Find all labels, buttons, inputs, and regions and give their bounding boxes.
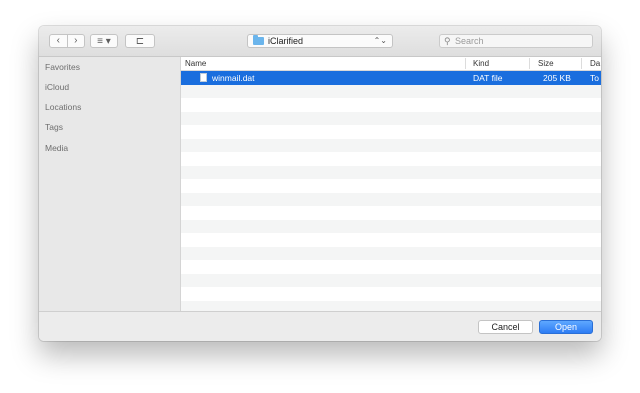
empty-row bbox=[181, 179, 601, 193]
empty-row bbox=[181, 152, 601, 166]
empty-row bbox=[181, 233, 601, 247]
search-icon: ⚲ bbox=[444, 36, 451, 46]
column-name[interactable]: Name bbox=[185, 59, 206, 68]
file-rows: winmail.dat DAT file 205 KB To bbox=[181, 71, 601, 311]
empty-row bbox=[181, 192, 601, 206]
empty-row bbox=[181, 246, 601, 260]
button-bar: Cancel Open bbox=[39, 311, 601, 341]
empty-row bbox=[181, 206, 601, 220]
empty-row bbox=[181, 138, 601, 152]
back-icon[interactable]: ‹ bbox=[50, 35, 67, 47]
sidebar-item-locations[interactable]: Locations bbox=[45, 102, 81, 112]
empty-row bbox=[181, 98, 601, 112]
sidebar-item-tags[interactable]: Tags bbox=[45, 122, 63, 132]
column-date[interactable]: Da bbox=[590, 59, 600, 68]
empty-row bbox=[181, 84, 601, 98]
search-field[interactable]: ⚲ bbox=[439, 34, 593, 48]
empty-row bbox=[181, 287, 601, 301]
open-button[interactable]: Open bbox=[539, 320, 593, 334]
empty-row bbox=[181, 111, 601, 125]
empty-row bbox=[181, 260, 601, 274]
column-header: Name Kind Size Da bbox=[181, 57, 601, 71]
sidebar: Favorites iCloud Locations Tags Media bbox=[39, 57, 181, 311]
empty-row bbox=[181, 300, 601, 311]
popup-chevrons-icon: ⌃⌄ bbox=[373, 36, 387, 45]
column-size[interactable]: Size bbox=[538, 59, 554, 68]
new-folder-icon[interactable]: ⊏ bbox=[125, 34, 155, 48]
table-row[interactable]: winmail.dat DAT file 205 KB To bbox=[181, 71, 601, 85]
location-label: iClarified bbox=[268, 36, 304, 46]
file-list: Name Kind Size Da winmail.dat DAT file 2… bbox=[181, 57, 601, 311]
sidebar-item-icloud[interactable]: iCloud bbox=[45, 82, 69, 92]
empty-row bbox=[181, 219, 601, 233]
file-icon bbox=[200, 73, 207, 82]
column-divider[interactable] bbox=[529, 58, 530, 69]
navigation-buttons: ‹ › bbox=[49, 34, 85, 48]
view-mode-icon[interactable]: ≡ ▾ bbox=[90, 34, 118, 48]
file-kind: DAT file bbox=[473, 73, 503, 83]
cancel-button[interactable]: Cancel bbox=[478, 320, 533, 334]
sidebar-item-media[interactable]: Media bbox=[45, 143, 68, 153]
file-size: 205 KB bbox=[543, 73, 571, 83]
column-divider[interactable] bbox=[581, 58, 582, 69]
forward-icon[interactable]: › bbox=[68, 35, 85, 47]
toolbar: ‹ › ≡ ▾ ⊏ iClarified ⌃⌄ ⚲ bbox=[39, 26, 601, 57]
column-kind[interactable]: Kind bbox=[473, 59, 489, 68]
empty-row bbox=[181, 165, 601, 179]
file-name: winmail.dat bbox=[212, 73, 255, 83]
file-date: To bbox=[590, 73, 599, 83]
column-divider[interactable] bbox=[465, 58, 466, 69]
location-popup[interactable]: iClarified ⌃⌄ bbox=[247, 34, 393, 48]
search-input[interactable] bbox=[455, 35, 585, 47]
empty-row bbox=[181, 125, 601, 139]
open-file-dialog: ‹ › ≡ ▾ ⊏ iClarified ⌃⌄ ⚲ Favorites iClo… bbox=[39, 26, 601, 341]
folder-icon bbox=[253, 35, 264, 45]
sidebar-item-favorites[interactable]: Favorites bbox=[45, 62, 80, 72]
empty-row bbox=[181, 273, 601, 287]
